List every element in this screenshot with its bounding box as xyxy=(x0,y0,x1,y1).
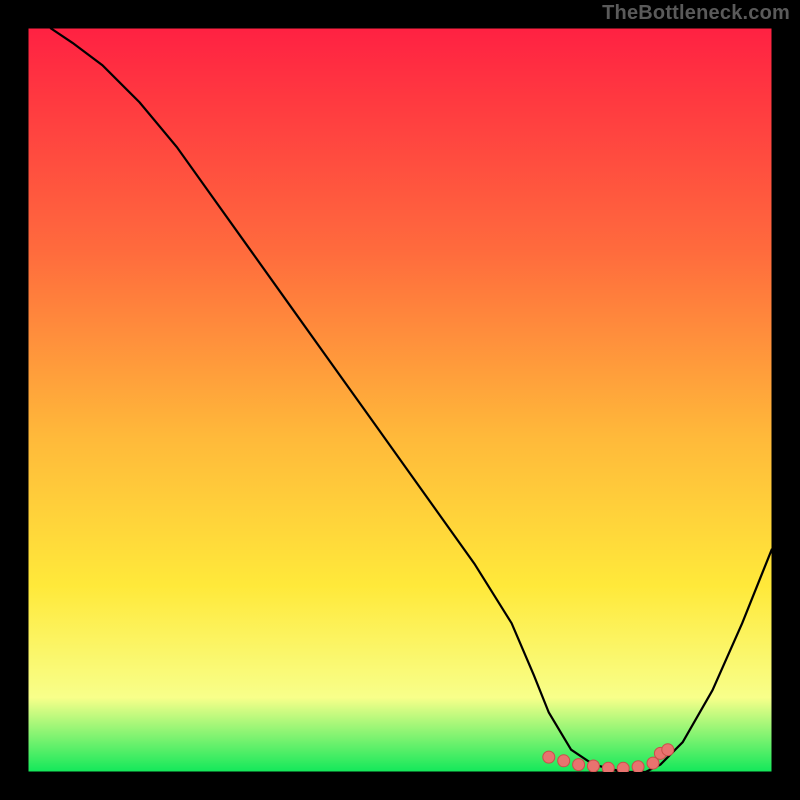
bottleneck-chart xyxy=(0,0,800,800)
marker-dot xyxy=(573,759,585,771)
marker-dot xyxy=(543,751,555,763)
plot-area xyxy=(28,28,772,772)
marker-dot xyxy=(587,760,599,772)
chart-frame: TheBottleneck.com xyxy=(0,0,800,800)
marker-dot xyxy=(558,755,570,767)
marker-dot xyxy=(662,744,674,756)
marker-dot xyxy=(632,761,644,773)
watermark-text: TheBottleneck.com xyxy=(602,2,790,25)
